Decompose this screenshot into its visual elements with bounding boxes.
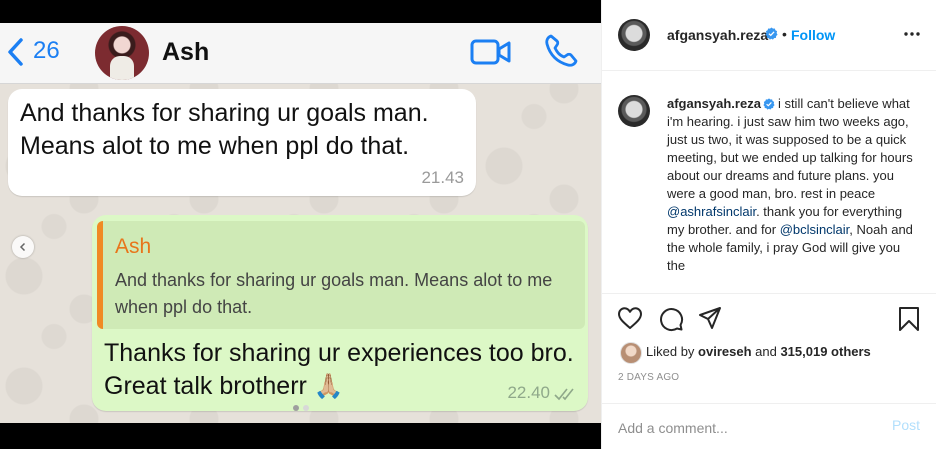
carousel-prev-button[interactable] [12, 236, 34, 258]
quoted-message[interactable]: Ash And thanks for sharing ur goals man.… [97, 221, 585, 329]
follow-button[interactable]: Follow [791, 27, 835, 43]
send-icon[interactable] [698, 306, 722, 330]
contact-name[interactable]: Ash [162, 38, 209, 67]
action-bar: Liked by ovireseh and 315,019 others 2 D… [602, 293, 936, 404]
post-header: afgansyah.reza • Follow [602, 0, 936, 71]
more-options-icon[interactable] [902, 26, 922, 42]
incoming-message[interactable]: And thanks for sharing ur goals man. Mea… [8, 89, 476, 196]
separator-bullet: • [782, 26, 787, 42]
outgoing-message[interactable]: Ash And thanks for sharing ur goals man.… [92, 215, 588, 411]
heart-icon[interactable] [617, 306, 643, 330]
avatar[interactable] [95, 26, 149, 80]
praying-hands-emoji: 🙏🏼 [313, 373, 344, 400]
message-time: 21.43 [421, 168, 464, 187]
username-link[interactable]: afgansyah.reza [667, 27, 768, 43]
unread-count[interactable]: 26 [33, 37, 60, 65]
likes-middle: and [751, 344, 781, 359]
liker-username[interactable]: ovireseh [698, 344, 751, 359]
message-text: And thanks for sharing ur goals man. Mea… [20, 99, 429, 160]
post-comment-button[interactable]: Post [892, 417, 920, 433]
caption-area: afgansyah.reza i still can't believe what… [602, 71, 936, 293]
caption: afgansyah.reza i still can't believe what… [667, 95, 917, 275]
message-time: 22.40 [507, 383, 550, 402]
comment-icon[interactable] [658, 306, 684, 332]
whatsapp-screenshot: 26 Ash And thanks for sharing ur goals m… [0, 23, 601, 423]
carousel-dot-active[interactable] [303, 405, 309, 411]
chat-header: 26 Ash [0, 23, 601, 84]
mention-link[interactable]: @ashrafsinclair [667, 204, 756, 219]
post-date[interactable]: 2 DAYS AGO [618, 372, 679, 383]
likes-summary: Liked by ovireseh and 315,019 others [646, 344, 871, 359]
avatar[interactable] [618, 19, 650, 51]
carousel-dots [293, 405, 309, 411]
post-sidebar: afgansyah.reza • Follow afgansyah.reza i … [601, 0, 936, 449]
likes-count-link[interactable]: 315,019 others [780, 344, 870, 359]
comment-input[interactable] [616, 412, 870, 444]
avatar[interactable] [620, 342, 642, 364]
video-call-icon[interactable] [470, 38, 512, 66]
quote-author: Ash [115, 235, 152, 258]
mention-link[interactable]: @bclsinclair [780, 222, 850, 237]
comment-box: Post [602, 403, 936, 450]
quote-text: And thanks for sharing ur goals man. Mea… [115, 270, 553, 317]
verified-badge-icon [765, 27, 778, 40]
caption-text: i still can't believe what i'm hearing. … [667, 96, 913, 201]
phone-icon[interactable] [543, 33, 579, 69]
chevron-left-icon[interactable] [6, 37, 24, 67]
likes-prefix: Liked by [646, 344, 699, 359]
avatar[interactable] [618, 95, 650, 127]
bookmark-icon[interactable] [898, 306, 920, 332]
carousel-dot[interactable] [293, 405, 299, 411]
post-media: 26 Ash And thanks for sharing ur goals m… [0, 0, 601, 449]
double-check-icon [554, 388, 574, 401]
quote-accent-bar [97, 221, 103, 329]
chevron-left-icon [19, 242, 26, 252]
message-text: Thanks for sharing ur experiences too br… [104, 337, 574, 403]
verified-badge-icon [763, 98, 775, 110]
username-link[interactable]: afgansyah.reza [667, 96, 761, 111]
